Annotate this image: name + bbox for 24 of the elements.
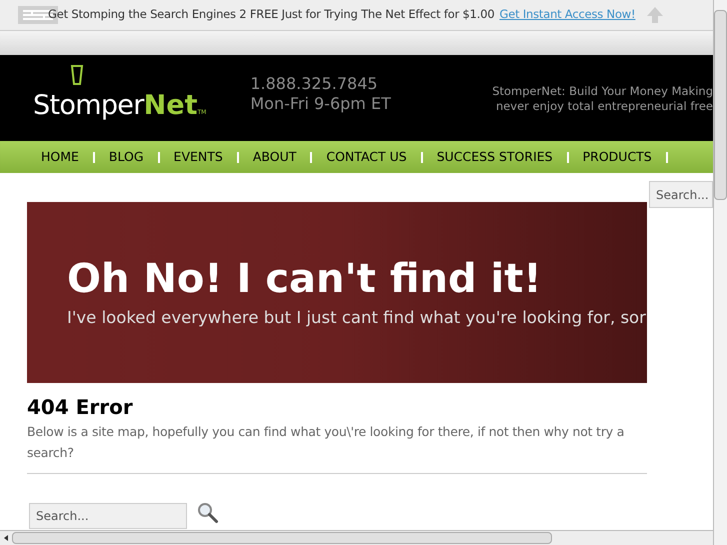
side-search-field[interactable]: Search... — [649, 181, 713, 208]
search-icon[interactable] — [197, 502, 219, 524]
nav-link[interactable]: BLOG — [108, 148, 144, 166]
tagline: never enjoy total entrepreneurial free — [496, 99, 713, 114]
nav-link[interactable]: PRODUCTS — [582, 148, 652, 166]
cup-icon — [70, 64, 84, 88]
banner-subtitle: I've looked everywhere but I just cant find what you're looking for, sor — [67, 306, 647, 329]
nav-link[interactable]: CONTACT US — [326, 148, 407, 166]
banner-title: Oh No! I can't find it! — [67, 258, 543, 299]
nav-link[interactable]: ABOUT — [252, 148, 296, 166]
nav-link[interactable]: HOME — [41, 148, 79, 166]
phone-number: 1.888.325.7845 — [250, 74, 379, 94]
logo-accent-text: Net — [144, 92, 198, 118]
nav-link[interactable]: EVENTS — [174, 148, 223, 166]
error-heading: 404 Error — [27, 395, 134, 419]
tagline: StomperNet: Build Your Money Making — [492, 84, 713, 99]
nav-link[interactable]: SUCCESS STORIES — [436, 148, 553, 166]
search-field[interactable]: Search... — [29, 503, 187, 529]
error-message: Below is a site map, hopefully you can find what you\'re looking for there, if not then why not try a search? — [27, 423, 626, 462]
vertical-scrollbar[interactable] — [713, 0, 727, 545]
office-hours: Mon-Fri 9-6pm ET — [250, 94, 391, 114]
promo-text: Get Stomping the Search Engines 2 FREE Just for Trying The Net Effect for $1.00 — [48, 6, 494, 24]
up-arrow-icon[interactable] — [645, 5, 666, 25]
logo-text: Stomper — [33, 92, 144, 118]
